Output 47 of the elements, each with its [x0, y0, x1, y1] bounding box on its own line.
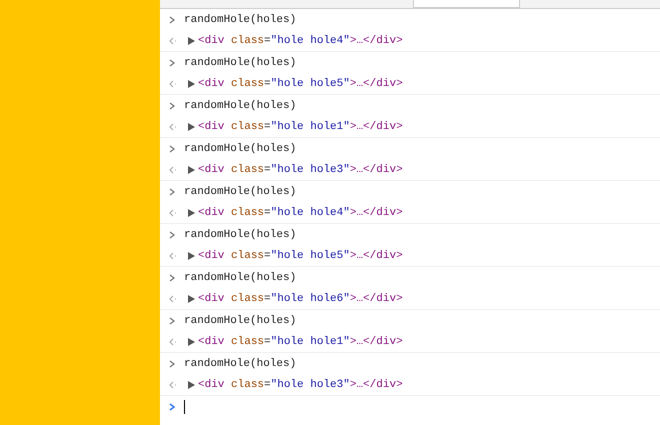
chevron-icon	[168, 230, 176, 240]
return-arrow-icon	[168, 208, 178, 218]
return-arrow-icon	[168, 36, 178, 46]
element-output[interactable]: <div class="hole hole1">…</div>	[198, 336, 403, 348]
chevron-icon	[168, 186, 176, 196]
expand-triangle-icon[interactable]	[188, 380, 195, 388]
expand-triangle-icon[interactable]	[188, 252, 195, 260]
element-output[interactable]: <div class="hole hole6">…</div>	[198, 292, 403, 304]
text-cursor[interactable]	[184, 400, 185, 414]
expand-triangle-icon[interactable]	[188, 294, 195, 302]
element-output[interactable]: <div class="hole hole1">…</div>	[198, 120, 403, 132]
return-arrow-icon	[168, 78, 178, 88]
chevron-icon	[168, 100, 176, 110]
chevron-icon	[168, 144, 176, 154]
chevron-icon	[168, 358, 176, 368]
command-text: randomHole(holes)	[184, 228, 296, 240]
return-arrow-icon	[168, 336, 178, 346]
element-output[interactable]: <div class="hole hole4">…</div>	[198, 206, 403, 218]
expand-triangle-icon[interactable]	[188, 122, 195, 130]
expand-triangle-icon[interactable]	[188, 80, 195, 88]
expand-triangle-icon[interactable]	[188, 338, 195, 346]
command-text: randomHole(holes)	[184, 100, 296, 112]
element-output[interactable]: <div class="hole hole4">…</div>	[198, 34, 403, 46]
prompt-chevron-icon	[168, 402, 176, 412]
command-text: randomHole(holes)	[184, 142, 296, 154]
return-arrow-icon	[168, 164, 178, 174]
command-text: randomHole(holes)	[184, 314, 296, 326]
command-text: randomHole(holes)	[184, 14, 296, 26]
command-text: randomHole(holes)	[184, 186, 296, 198]
chevron-icon	[168, 272, 176, 282]
expand-triangle-icon[interactable]	[188, 208, 195, 216]
expand-triangle-icon[interactable]	[188, 166, 195, 174]
return-arrow-icon	[168, 122, 178, 132]
return-arrow-icon	[168, 294, 178, 304]
expand-triangle-icon[interactable]	[188, 36, 195, 44]
element-output[interactable]: <div class="hole hole5">…</div>	[198, 250, 403, 262]
chevron-icon	[168, 58, 176, 68]
chevron-icon	[168, 316, 176, 326]
chevron-icon	[168, 14, 176, 24]
return-arrow-icon	[168, 250, 178, 260]
command-text: randomHole(holes)	[184, 56, 296, 68]
element-output[interactable]: <div class="hole hole5">…</div>	[198, 78, 403, 90]
element-output[interactable]: <div class="hole hole3">…</div>	[198, 378, 403, 390]
return-arrow-icon	[168, 380, 178, 390]
command-text: randomHole(holes)	[184, 358, 296, 370]
element-output[interactable]: <div class="hole hole3">…</div>	[198, 164, 403, 176]
command-text: randomHole(holes)	[184, 272, 296, 284]
